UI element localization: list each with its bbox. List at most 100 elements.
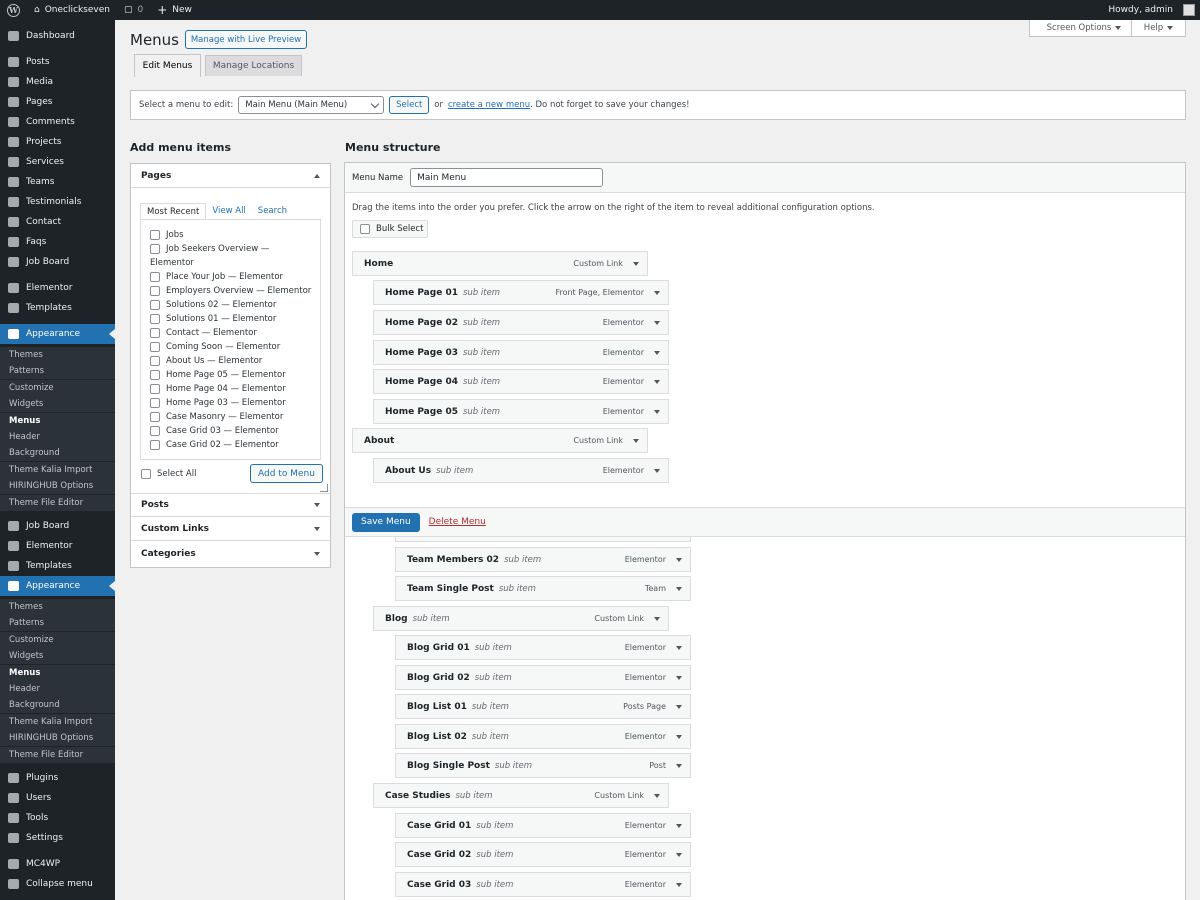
menu-item[interactable]: Blog Single Post sub item Post [395, 753, 691, 778]
submenu-item-theme-file-editor[interactable]: Theme File Editor [0, 494, 115, 511]
expand-arrow-icon[interactable] [676, 823, 682, 828]
expand-arrow-icon[interactable] [676, 734, 682, 739]
sidebar-item-mc4wp[interactable]: MC4WP [0, 854, 115, 874]
sidebar-item-dashboard[interactable]: Dashboard [0, 26, 115, 46]
menu-item[interactable]: Blog List 01 sub item Posts Page [395, 694, 691, 719]
page-checkbox[interactable] [150, 384, 160, 394]
sidebar-item-elementor[interactable]: Elementor [0, 536, 115, 556]
page-checkbox[interactable] [150, 426, 160, 436]
sidebar-item-posts[interactable]: Posts [0, 52, 115, 72]
pages-section-header[interactable]: Pages [131, 164, 330, 188]
expand-arrow-icon[interactable] [654, 350, 660, 355]
submenu-item-widgets[interactable]: Widgets [0, 648, 115, 665]
expand-arrow-icon[interactable] [654, 468, 660, 473]
menu-item[interactable]: Home Page 01 sub item Front Page, Elemento… [373, 280, 669, 305]
page-checkbox[interactable] [150, 342, 160, 352]
submenu-item-hiringhub-options[interactable]: HIRINGHUB Options [0, 730, 115, 747]
my-account-link[interactable]: Howdy, admin [1101, 0, 1200, 20]
page-checkbox-item[interactable]: Case Grid 03 — Elementor [150, 426, 315, 436]
page-checkbox[interactable] [150, 286, 160, 296]
comments-link[interactable]: ▢ 0 [117, 0, 150, 20]
page-checkbox[interactable] [150, 272, 160, 282]
screen-options-button[interactable]: Screen Options [1029, 20, 1139, 37]
sidebar-item-teams[interactable]: Teams [0, 172, 115, 192]
page-checkbox-item[interactable]: Coming Soon — Elementor [150, 342, 315, 352]
expand-arrow-icon[interactable] [676, 675, 682, 680]
new-content-button[interactable]: + New [150, 0, 199, 20]
menu-item[interactable]: Home Page 05 sub item Elementor [373, 399, 669, 424]
submenu-item-themes[interactable]: Themes [0, 347, 115, 363]
select-all-checkbox[interactable] [141, 469, 151, 479]
site-name-link[interactable]: ⌂ Oneclickseven [27, 0, 117, 20]
expand-arrow-icon[interactable] [654, 409, 660, 414]
delete-menu-link[interactable]: Delete Menu [429, 517, 486, 527]
page-checkbox[interactable] [150, 356, 160, 366]
expand-arrow-icon[interactable] [676, 557, 682, 562]
sidebar-item-media[interactable]: Media [0, 72, 115, 92]
live-preview-button[interactable]: Manage with Live Preview [185, 30, 307, 49]
sidebar-item-tools[interactable]: Tools [0, 808, 115, 828]
sidebar-item-comments[interactable]: Comments [0, 112, 115, 132]
tab-manage-locations[interactable]: Manage Locations [205, 55, 302, 76]
page-checkbox[interactable] [150, 230, 160, 240]
menu-item[interactable]: Blog Grid 02 sub item Elementor [395, 665, 691, 690]
bulk-select-button[interactable]: Bulk Select [352, 220, 428, 238]
page-checkbox-item[interactable]: Home Page 05 — Elementor [150, 370, 315, 380]
submenu-item-theme-kalia-import[interactable]: Theme Kalia Import [0, 461, 115, 478]
menu-item[interactable]: Home Page 02 sub item Elementor [373, 310, 669, 335]
page-checkbox-item[interactable]: Place Your Job — Elementor [150, 272, 315, 282]
expand-arrow-icon[interactable] [676, 704, 682, 709]
menu-item[interactable]: Blog Grid 01 sub item Elementor [395, 635, 691, 660]
sidebar-item-plugins[interactable]: Plugins [0, 768, 115, 788]
submenu-item-patterns[interactable]: Patterns [0, 615, 115, 632]
expand-arrow-icon[interactable] [654, 290, 660, 295]
menu-item[interactable]: Case Studies sub item Custom Link [373, 783, 669, 808]
page-checkbox[interactable] [150, 300, 160, 310]
expand-arrow-icon[interactable] [676, 882, 682, 887]
submenu-item-background[interactable]: Background [0, 697, 115, 714]
sidebar-item-templates[interactable]: Templates [0, 298, 115, 318]
page-checkbox-item[interactable]: Solutions 01 — Elementor [150, 314, 315, 324]
expand-arrow-icon[interactable] [676, 763, 682, 768]
page-checkbox-item[interactable]: Job Seekers Overview — [150, 244, 315, 254]
submenu-item-hiringhub-options[interactable]: HIRINGHUB Options [0, 478, 115, 495]
expand-arrow-icon[interactable] [676, 645, 682, 650]
expand-arrow-icon[interactable] [654, 379, 660, 384]
page-checkbox-item[interactable]: Case Grid 02 — Elementor [150, 440, 315, 450]
sidebar-item-job-board[interactable]: Job Board [0, 252, 115, 272]
sidebar-item-appearance[interactable]: Appearance [0, 324, 115, 344]
add-to-menu-button[interactable]: Add to Menu [250, 464, 323, 483]
expand-arrow-icon[interactable] [633, 261, 639, 266]
menu-item[interactable]: Blog sub item Custom Link [373, 606, 669, 631]
menu-item[interactable]: Home Page 03 sub item Elementor [373, 340, 669, 365]
submenu-item-themes[interactable]: Themes [0, 599, 115, 615]
save-menu-button[interactable]: Save Menu [352, 512, 420, 532]
submenu-item-theme-kalia-import[interactable]: Theme Kalia Import [0, 713, 115, 730]
sidebar-item-pages[interactable]: Pages [0, 92, 115, 112]
sidebar-item-appearance[interactable]: Appearance [0, 576, 115, 596]
sidebar-item-elementor[interactable]: Elementor [0, 278, 115, 298]
submenu-item-header[interactable]: Header [0, 681, 115, 697]
sidebar-item-job-board[interactable]: Job Board [0, 516, 115, 536]
sidebar-item-faqs[interactable]: Faqs [0, 232, 115, 252]
wordpress-logo-button[interactable]: W [0, 0, 27, 20]
menu-item[interactable]: Case Grid 03 sub item Elementor [395, 872, 691, 897]
submenu-item-header[interactable]: Header [0, 429, 115, 445]
submenu-item-customize[interactable]: Customize [0, 379, 115, 396]
page-checkbox-item[interactable]: Jobs [150, 230, 315, 240]
submenu-item-customize[interactable]: Customize [0, 631, 115, 648]
expand-arrow-icon[interactable] [633, 438, 639, 443]
sidebar-item-projects[interactable]: Projects [0, 132, 115, 152]
help-button[interactable]: Help [1131, 20, 1186, 37]
submenu-item-patterns[interactable]: Patterns [0, 363, 115, 380]
expand-arrow-icon[interactable] [654, 793, 660, 798]
select-button[interactable]: Select [389, 96, 430, 114]
submenu-item-widgets[interactable]: Widgets [0, 396, 115, 413]
submenu-item-background[interactable]: Background [0, 445, 115, 462]
posts-section-header[interactable]: Posts [131, 493, 330, 517]
expand-arrow-icon[interactable] [676, 852, 682, 857]
sidebar-item-testimonials[interactable]: Testimonials [0, 192, 115, 212]
menu-item[interactable]: Blog List 02 sub item Elementor [395, 724, 691, 749]
bulk-select-checkbox[interactable] [360, 224, 370, 234]
page-checkbox-item[interactable]: Contact — Elementor [150, 328, 315, 338]
